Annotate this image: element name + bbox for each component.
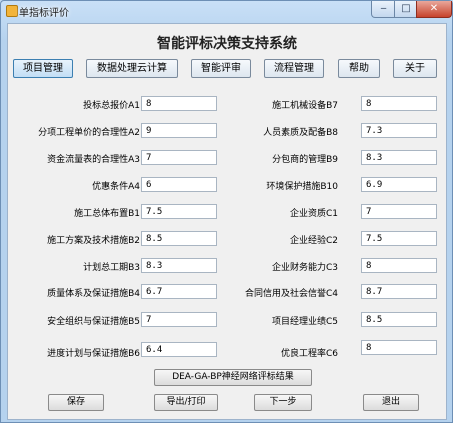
field-label-c2: 企业经验C2	[289, 236, 338, 246]
field-label-a4: 优惠条件A4	[92, 182, 140, 192]
field-input-c1[interactable]: 7	[361, 204, 437, 219]
menu-project-management[interactable]: 项目管理	[13, 59, 73, 78]
field-label-b6: 进度计划与保证措施B6	[47, 349, 140, 359]
field-label-a1: 投标总报价A1	[83, 101, 140, 111]
menu-about[interactable]: 关于	[393, 59, 437, 78]
menu-process-management[interactable]: 流程管理	[264, 59, 324, 78]
field-label-b10: 环境保护措施B10	[266, 182, 338, 192]
title-bar[interactable]: 单指标评价 ‒ □ ✕	[1, 1, 452, 23]
field-input-b10[interactable]: 6.9	[361, 177, 437, 192]
next-step-button[interactable]: 下一步	[254, 394, 312, 411]
window-title: 单指标评价	[19, 8, 69, 19]
field-input-c5[interactable]: 8.5	[361, 312, 437, 327]
field-label-b4: 质量体系及保证措施B4	[47, 289, 140, 299]
close-button[interactable]: ✕	[416, 1, 452, 18]
app-icon	[6, 5, 18, 17]
field-input-b2[interactable]: 8.5	[141, 231, 217, 246]
field-input-c2[interactable]: 7.5	[361, 231, 437, 246]
field-label-b7: 施工机械设备B7	[272, 101, 338, 111]
field-input-b6[interactable]: 6.4	[141, 342, 217, 357]
field-input-a3[interactable]: 7	[141, 150, 217, 165]
menu-data-processing[interactable]: 数据处理云计算	[86, 59, 178, 78]
field-label-b1: 施工总体布置B1	[74, 209, 140, 219]
field-label-c4: 合同信用及社会信誉C4	[244, 289, 338, 299]
field-label-b5: 安全组织与保证措施B5	[47, 317, 140, 327]
field-input-a1[interactable]: 8	[141, 96, 217, 111]
field-label-a3: 资金流量表的合理性A3	[47, 155, 140, 165]
field-input-b8[interactable]: 7.3	[361, 123, 437, 138]
minimize-button[interactable]: ‒	[371, 1, 396, 18]
field-label-b9: 分包商的管理B9	[272, 155, 338, 165]
evaluation-result-button[interactable]: DEA-GA-BP神经网络评标结果	[154, 369, 312, 386]
field-input-b7[interactable]: 8	[361, 96, 437, 111]
field-input-c3[interactable]: 8	[361, 258, 437, 273]
field-label-a2: 分项工程单价的合理性A2	[38, 128, 140, 138]
client-area: 智能评标决策支持系统 项目管理 数据处理云计算 智能评审 流程管理 帮助 关于 …	[7, 23, 447, 420]
maximize-button[interactable]: □	[394, 1, 418, 18]
menu-smart-review[interactable]: 智能评审	[191, 59, 251, 78]
field-label-c1: 企业资质C1	[289, 209, 338, 219]
field-input-c4[interactable]: 8.7	[361, 284, 437, 299]
field-label-b2: 施工方案及技术措施B2	[47, 236, 140, 246]
page-title: 智能评标决策支持系统	[157, 36, 297, 52]
field-input-b5[interactable]: 7	[141, 312, 217, 327]
menu-help[interactable]: 帮助	[338, 59, 380, 78]
field-label-b8: 人员素质及配备B8	[263, 128, 338, 138]
field-input-c6[interactable]: 8	[361, 340, 437, 355]
export-print-button[interactable]: 导出/打印	[154, 394, 218, 411]
field-input-b4[interactable]: 6.7	[141, 284, 217, 299]
app-window: 单指标评价 ‒ □ ✕ 智能评标决策支持系统 项目管理 数据处理云计算 智能评审…	[0, 0, 453, 423]
field-label-c3: 企业财务能力C3	[271, 263, 338, 273]
field-input-a2[interactable]: 9	[141, 123, 217, 138]
save-button[interactable]: 保存	[48, 394, 104, 411]
field-label-c6: 优良工程率C6	[280, 349, 338, 359]
field-input-b3[interactable]: 8.3	[141, 258, 217, 273]
field-input-b9[interactable]: 8.3	[361, 150, 437, 165]
field-label-b3: 计划总工期B3	[83, 263, 140, 273]
field-input-a4[interactable]: 6	[141, 177, 217, 192]
exit-button[interactable]: 退出	[363, 394, 419, 411]
field-label-c5: 项目经理业绩C5	[271, 317, 338, 327]
field-input-b1[interactable]: 7.5	[141, 204, 217, 219]
